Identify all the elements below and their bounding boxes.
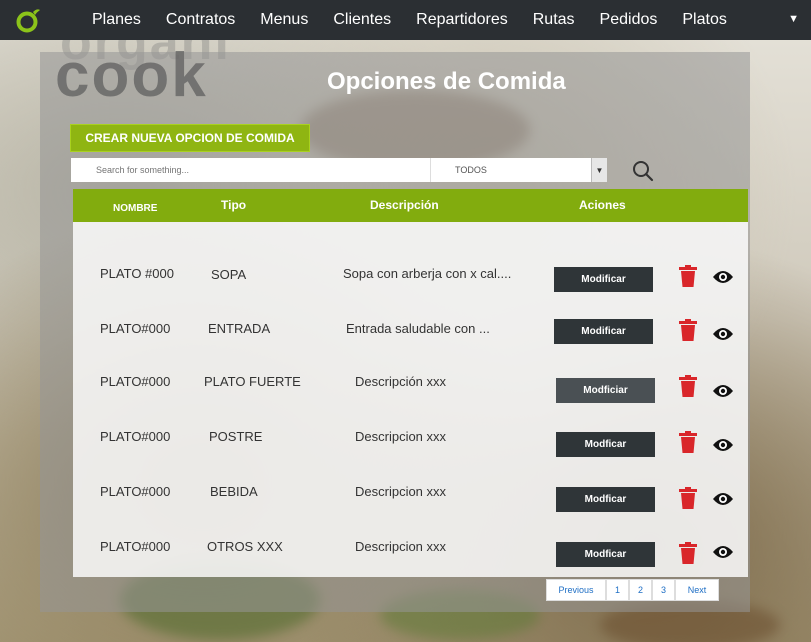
pagination-page-1[interactable]: 1: [606, 579, 629, 601]
modify-button[interactable]: Modificar: [554, 267, 653, 292]
row-description: Descripcion xxx: [355, 539, 447, 554]
page-title: Opciones de Comida: [327, 68, 566, 95]
pagination-next[interactable]: Next: [675, 579, 719, 601]
nav-item-planes[interactable]: Planes: [92, 11, 141, 29]
eye-icon[interactable]: [712, 544, 734, 560]
search-input[interactable]: [71, 158, 430, 182]
column-header-actions: Aciones: [579, 198, 626, 212]
nav-item-rutas[interactable]: Rutas: [533, 11, 575, 29]
nav-item-pedidos[interactable]: Pedidos: [600, 11, 658, 29]
modify-button[interactable]: Modficar: [556, 542, 655, 567]
row-description: Entrada saludable con ...: [346, 321, 490, 336]
nav-item-clientes[interactable]: Clientes: [333, 11, 391, 29]
eye-icon[interactable]: [712, 269, 734, 285]
modify-button[interactable]: Modficiar: [556, 378, 655, 403]
pagination-page-2[interactable]: 2: [629, 579, 652, 601]
trash-icon[interactable]: [679, 431, 697, 453]
caret-down-icon[interactable]: ▼: [788, 13, 799, 25]
row-description: Descripcion xxx: [355, 429, 447, 444]
top-navbar: Planes Contratos Menus Clientes Repartid…: [0, 0, 811, 40]
eye-icon[interactable]: [712, 437, 734, 453]
trash-icon[interactable]: [679, 319, 697, 341]
modify-button[interactable]: Modficar: [556, 487, 655, 512]
pagination: Previous 1 2 3 Next: [546, 579, 719, 601]
row-type: PLATO FUERTE: [204, 374, 301, 389]
create-food-option-button[interactable]: CREAR NUEVA OPCION DE COMIDA: [70, 124, 310, 152]
row-name: PLATO#000: [100, 374, 171, 389]
row-type: SOPA: [211, 267, 247, 282]
column-header-type: Tipo: [221, 198, 247, 212]
eye-icon[interactable]: [712, 491, 734, 507]
row-name: PLATO #000: [100, 266, 174, 281]
row-name: PLATO#000: [100, 484, 171, 499]
row-description: Descripción xxx: [355, 374, 447, 389]
eye-icon[interactable]: [712, 383, 734, 399]
row-name: PLATO#000: [100, 429, 171, 444]
table-row: PLATO#000 PLATO FUERTE Descripción xxx M…: [73, 369, 748, 409]
nav-item-repartidores[interactable]: Repartidores: [416, 11, 508, 29]
nav-item-contratos[interactable]: Contratos: [166, 11, 235, 29]
trash-icon[interactable]: [679, 542, 697, 564]
chevron-down-icon[interactable]: ▼: [591, 158, 607, 182]
type-filter-select[interactable]: TODOS ▼: [430, 158, 607, 182]
row-type: POSTRE: [209, 429, 263, 444]
pagination-page-3[interactable]: 3: [652, 579, 675, 601]
table-row: PLATO #000 SOPA Sopa con arberja con x c…: [73, 257, 748, 297]
type-filter-value: TODOS: [455, 165, 487, 175]
eye-icon[interactable]: [712, 326, 734, 342]
trash-icon[interactable]: [679, 375, 697, 397]
food-options-table: NOMBRE Tipo Descripción Aciones PLATO #0…: [73, 189, 748, 577]
row-type: OTROS XXX: [207, 539, 283, 554]
nav-item-platos[interactable]: Platos: [682, 11, 726, 29]
pagination-previous[interactable]: Previous: [546, 579, 606, 601]
row-description: Descripcion xxx: [355, 484, 447, 499]
modify-button[interactable]: Modficar: [556, 432, 655, 457]
brand-logo-text: cook: [55, 41, 208, 110]
modify-button[interactable]: Modificar: [554, 319, 653, 344]
nav-item-menus[interactable]: Menus: [260, 11, 308, 29]
logo-icon[interactable]: [16, 6, 42, 34]
row-name: PLATO#000: [100, 321, 171, 336]
table-header: NOMBRE Tipo Descripción Aciones: [73, 189, 748, 222]
table-row: PLATO#000 BEBIDA Descripcion xxx Modfica…: [73, 481, 748, 521]
row-type: ENTRADA: [208, 321, 271, 336]
nav-menu: Planes Contratos Menus Clientes Repartid…: [92, 0, 752, 40]
trash-icon[interactable]: [679, 265, 697, 287]
table-row: PLATO#000 OTROS XXX Descripcion xxx Modf…: [73, 535, 748, 575]
row-name: PLATO#000: [100, 539, 171, 554]
row-description: Sopa con arberja con x cal....: [343, 266, 512, 281]
search-icon[interactable]: [632, 160, 654, 182]
table-row: PLATO#000 ENTRADA Entrada saludable con …: [73, 313, 748, 353]
trash-icon[interactable]: [679, 487, 697, 509]
column-header-name: NOMBRE: [113, 203, 158, 214]
table-row: PLATO#000 POSTRE Descripcion xxx Modfica…: [73, 425, 748, 465]
column-header-description: Descripción: [370, 198, 439, 212]
row-type: BEBIDA: [210, 484, 258, 499]
